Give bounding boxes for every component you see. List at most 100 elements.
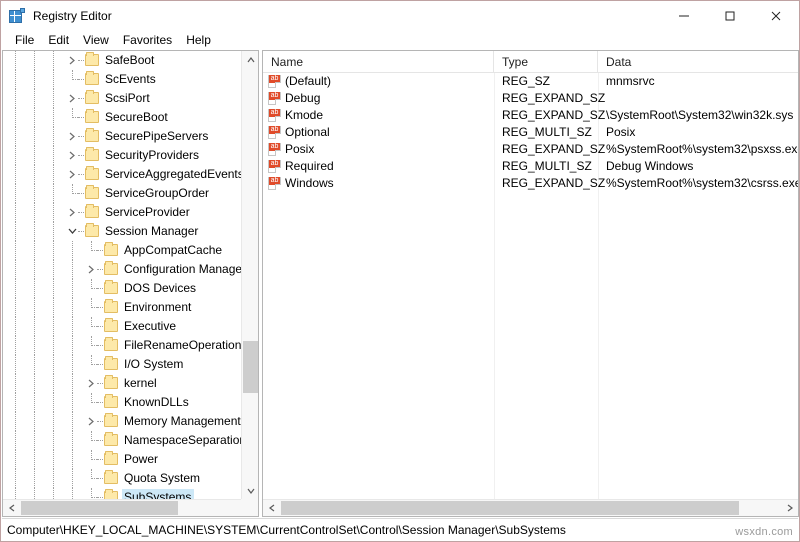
tree-guide-line [72,336,73,355]
tree-item-configuration-manage[interactable]: Configuration Manage [3,260,241,279]
tree-item-label: DOS Devices [124,281,197,295]
tree-vertical-scrollbar[interactable] [241,51,258,499]
tree-guide-line [15,241,16,260]
tree-item-label: SubSystems [122,489,195,499]
tree-item-scevents[interactable]: ScEvents [3,70,241,89]
tree-guide-line [15,203,16,222]
value-row[interactable]: ab Windows REG_EXPAND_SZ %SystemRoot%\syste… [263,175,798,192]
tree-guide-line [72,469,73,488]
tree-item-serviceaggregatedevents[interactable]: ServiceAggregatedEvents [3,165,241,184]
folder-icon [103,336,119,355]
tree-item-label: Session Manager [105,224,199,238]
folder-icon [84,70,100,89]
tree-guide-line [34,108,35,127]
tree-guide-line [34,184,35,203]
tree-item-i-o-system[interactable]: I/O System [3,355,241,374]
tree-guide-line [34,469,35,488]
tree-item-filerenameoperations[interactable]: FileRenameOperations [3,336,241,355]
tree-horizontal-scrollbar[interactable] [3,499,258,516]
tree-item-label: AppCompatCache [124,243,223,257]
menu-item-view[interactable]: View [76,31,116,50]
tree-guide-line [72,241,73,260]
scroll-down-arrow-icon[interactable] [242,482,258,499]
scroll-left-arrow-icon[interactable] [263,500,280,516]
tree-item-power[interactable]: Power [3,450,241,469]
tree-item-memory-management[interactable]: Memory Management [3,412,241,431]
tree-item-securityproviders[interactable]: SecurityProviders [3,146,241,165]
tree-guide-line [72,260,73,279]
tree-item-subsystems[interactable]: SubSystems [3,488,241,499]
tree-guide-line [72,431,73,450]
tree-item-securepipeservers[interactable]: SecurePipeServers [3,127,241,146]
tree-item-label: Memory Management [124,414,241,428]
tree-guide-line [34,127,35,146]
menu-item-help[interactable]: Help [179,31,218,50]
tree-item-environment[interactable]: Environment [3,298,241,317]
tree-item-safeboot[interactable]: SafeBoot [3,51,241,70]
tree-item-serviceprovider[interactable]: ServiceProvider [3,203,241,222]
tree-item-session-manager[interactable]: Session Manager [3,222,241,241]
folder-icon [103,450,119,469]
menu-item-favorites[interactable]: Favorites [116,31,179,50]
tree-item-label: SecurityProviders [105,148,200,162]
value-type: REG_EXPAND_SZ [502,176,606,190]
tree-item-dos-devices[interactable]: DOS Devices [3,279,241,298]
tree-item-kernel[interactable]: kernel [3,374,241,393]
tree-item-appcompatcache[interactable]: AppCompatCache [3,241,241,260]
value-type: REG_MULTI_SZ [502,159,592,173]
tree-guide-line [72,393,73,412]
column-header-name[interactable]: Name [263,51,494,73]
registry-tree[interactable]: SafeBoot ScEvents ScsiPort SecureBoot Secure… [3,51,241,499]
tree-guide-line [72,317,73,336]
tree-item-namespaceseparation[interactable]: NamespaceSeparation [3,431,241,450]
tree-guide-line [53,431,54,450]
tree-item-executive[interactable]: Executive [3,317,241,336]
tree-item-knowndlls[interactable]: KnownDLLs [3,393,241,412]
close-icon[interactable] [753,1,799,31]
value-row[interactable]: ab Required REG_MULTI_SZ Debug Windows [263,158,798,175]
column-header-data[interactable]: Data [598,51,798,73]
tree-guide-line [15,469,16,488]
scroll-left-arrow-icon[interactable] [3,500,20,516]
tree-guide-line [34,355,35,374]
scroll-right-arrow-icon[interactable] [781,500,798,516]
column-header-type[interactable]: Type [494,51,598,73]
string-value-icon: ab [268,126,281,139]
tree-item-label: FileRenameOperations [124,338,241,352]
value-row[interactable]: ab Kmode REG_EXPAND_SZ \SystemRoot\System32… [263,107,798,124]
value-row[interactable]: ab Posix REG_EXPAND_SZ %SystemRoot%\system3… [263,141,798,158]
folder-icon [84,184,100,203]
window-controls [661,1,799,31]
tree-hscroll-thumb[interactable] [21,501,178,515]
value-row[interactable]: ab Debug REG_EXPAND_SZ [263,90,798,107]
tree-scroll-thumb[interactable] [243,341,258,393]
tree-guide-line [53,412,54,431]
value-row[interactable]: ab Optional REG_MULTI_SZ Posix [263,124,798,141]
values-horizontal-scrollbar[interactable] [263,499,798,516]
maximize-icon[interactable] [707,1,753,31]
folder-icon [84,146,100,165]
tree-item-quota-system[interactable]: Quota System [3,469,241,488]
tree-guide-line [34,241,35,260]
value-row[interactable]: ab (Default) REG_SZ mnmsrvc [263,73,798,90]
string-value-icon: ab [268,109,281,122]
value-name: Posix [285,142,315,156]
tree-guide-line [53,108,54,127]
minimize-icon[interactable] [661,1,707,31]
registry-icon [9,8,25,24]
scroll-up-arrow-icon[interactable] [242,51,258,68]
values-list[interactable]: ab (Default) REG_SZ mnmsrvc ab Debug REG_EXPAN… [263,73,798,499]
menu-item-edit[interactable]: Edit [41,31,76,50]
tree-item-secureboot[interactable]: SecureBoot [3,108,241,127]
tree-guide-line [53,393,54,412]
status-path: Computer\HKEY_LOCAL_MACHINE\SYSTEM\Curre… [7,522,566,537]
string-value-icon: ab [268,160,281,173]
tree-item-scsiport[interactable]: ScsiPort [3,89,241,108]
menu-item-file[interactable]: File [8,31,41,50]
values-hscroll-thumb[interactable] [281,501,739,515]
title-bar: Registry Editor [1,1,799,31]
tree-guide-line [15,127,16,146]
tree-item-servicegrouporder[interactable]: ServiceGroupOrder [3,184,241,203]
tree-guide-line [53,317,54,336]
tree-guide-line [15,431,16,450]
